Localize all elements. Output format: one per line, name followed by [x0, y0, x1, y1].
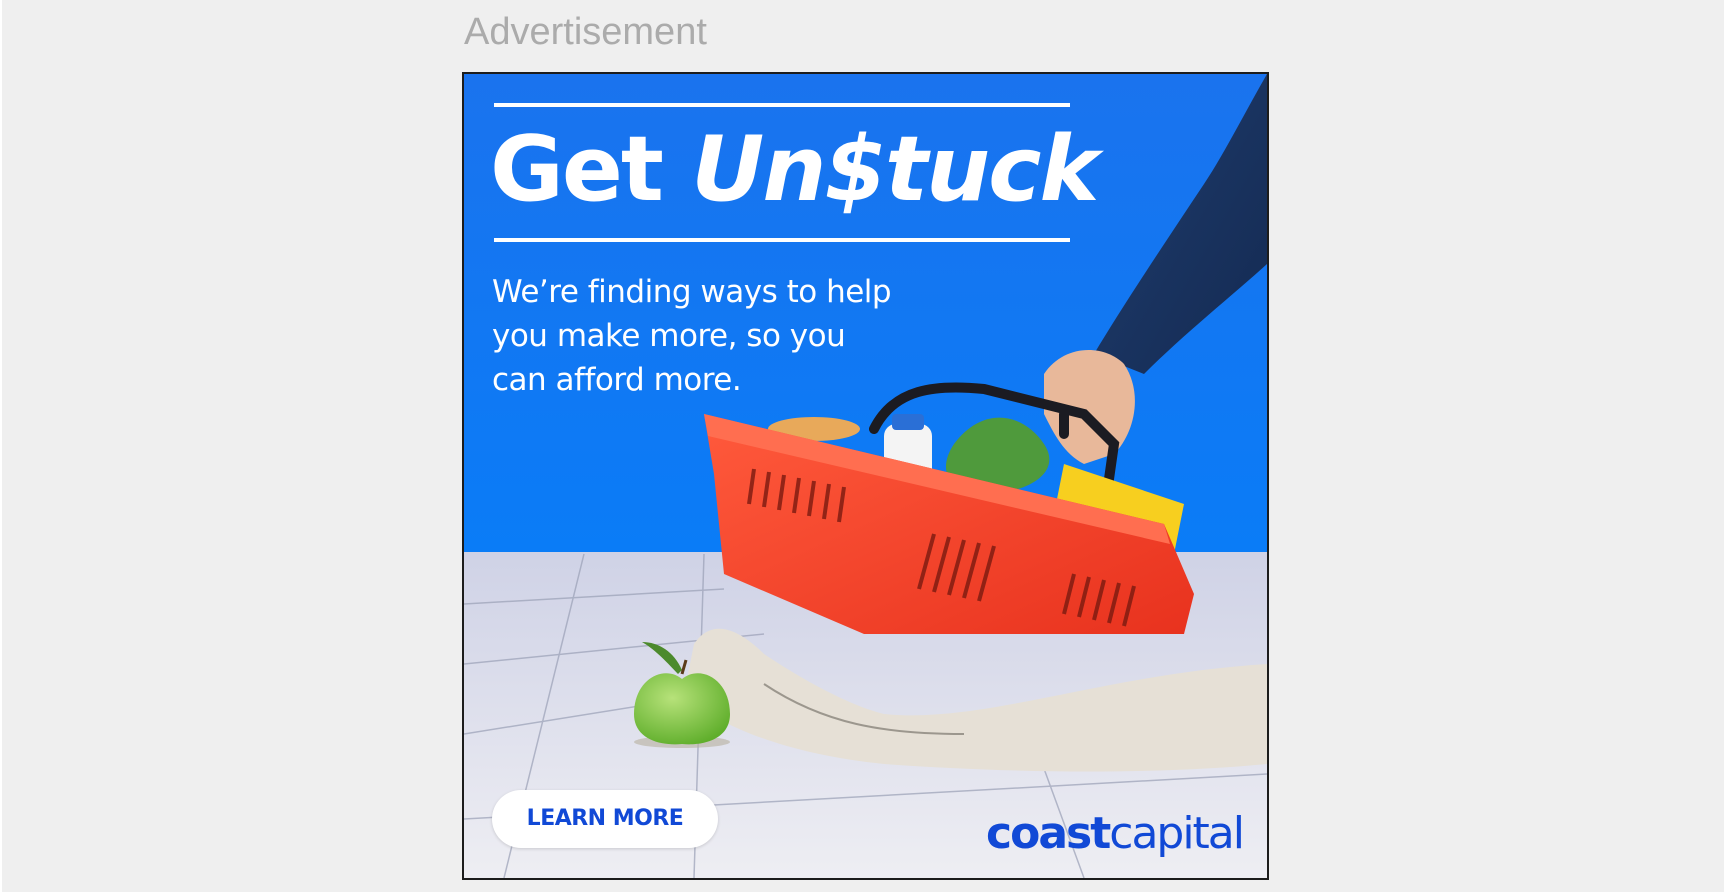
headline-rule-top [494, 103, 1070, 107]
body-line: We’re finding ways to help [492, 274, 892, 310]
logo-coast: coast [986, 808, 1111, 859]
ad-banner[interactable]: Get Un$tuck We’re finding ways to help y… [462, 72, 1269, 880]
logo-capital: capital [1109, 808, 1245, 859]
coast-capital-logo[interactable]: coastcapital [986, 808, 1245, 860]
headline-regular: Get [490, 117, 664, 222]
body-line: you make more, so you [492, 318, 846, 354]
body-line: can afford more. [492, 362, 742, 398]
ad-headline: Get Un$tuck [490, 116, 1099, 224]
advertisement-container: Advertisement Get Un$tuck We’re finding … [2, 0, 1724, 892]
headline-rule-bottom [494, 238, 1070, 242]
green-apple [634, 673, 730, 745]
headline-italic: Un$tuck [691, 117, 1099, 222]
advertisement-label: Advertisement [464, 11, 707, 53]
learn-more-button[interactable]: LEARN MORE [492, 790, 718, 848]
ad-body-copy: We’re finding ways to help you make more… [492, 270, 952, 402]
